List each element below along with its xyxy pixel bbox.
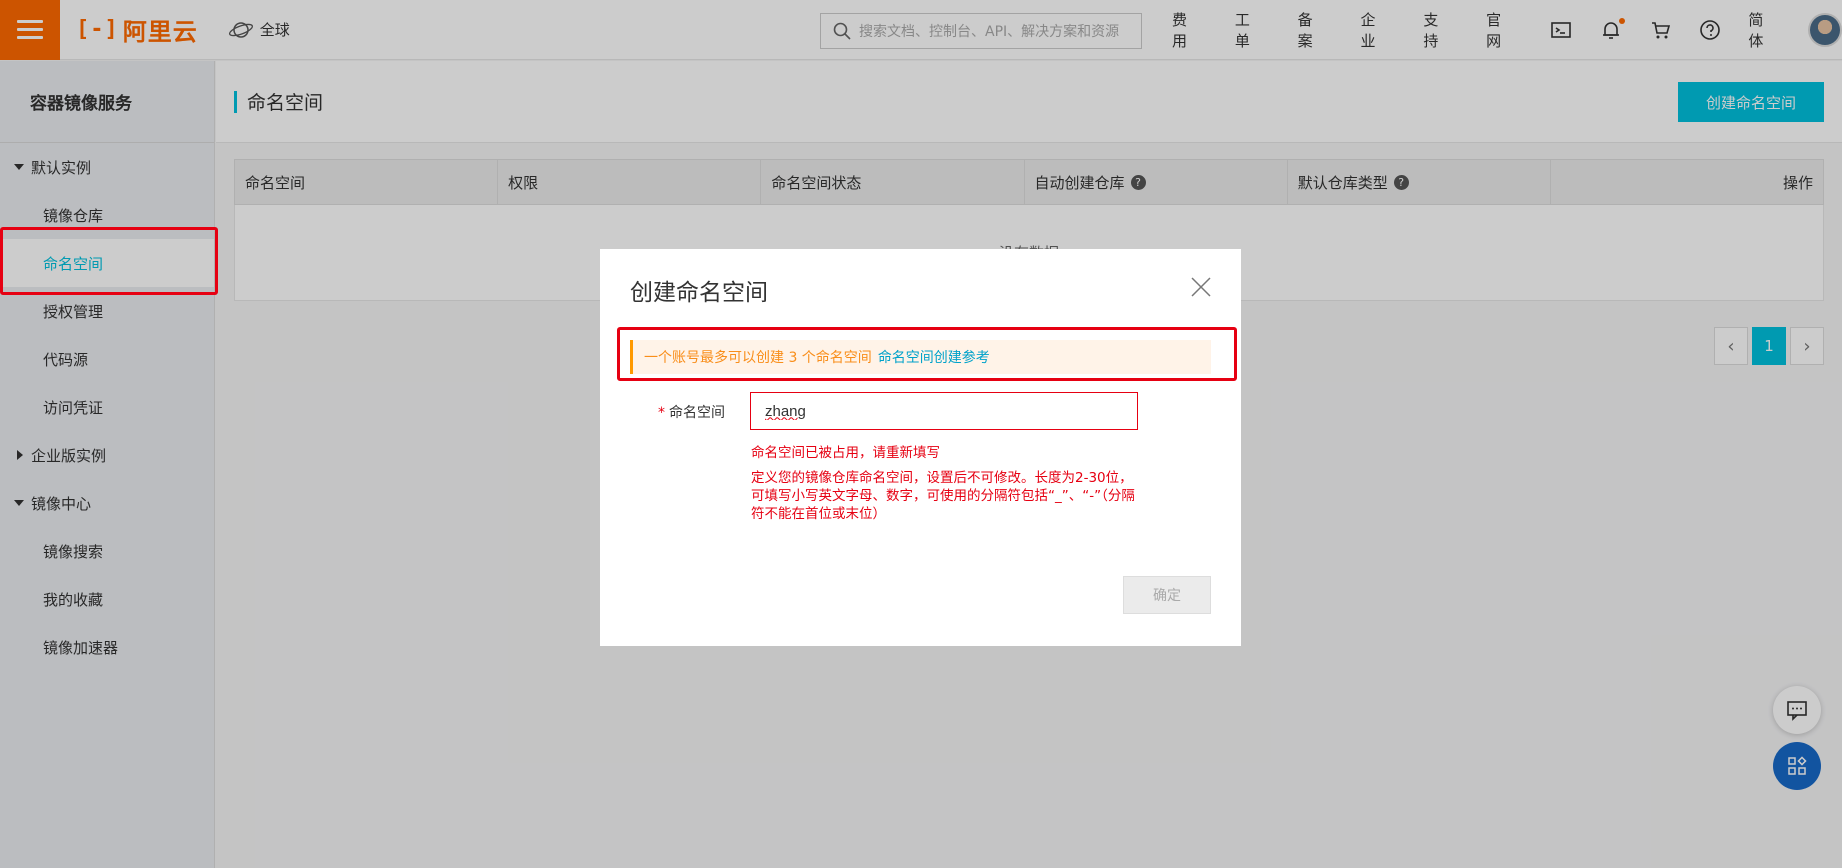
highlight-frame-sidebar — [0, 227, 218, 295]
confirm-button[interactable]: 确定 — [1123, 576, 1211, 614]
highlight-frame-notice — [617, 327, 1237, 381]
field-help-text: 定义您的镜像仓库命名空间，设置后不可修改。长度为2-30位，可填写小写英文字母、… — [751, 470, 1135, 522]
namespace-field-label: * 命名空间 — [658, 402, 725, 422]
close-icon[interactable] — [1189, 275, 1213, 299]
required-asterisk: * — [658, 405, 665, 421]
create-namespace-dialog: 创建命名空间 一个账号最多可以创建 3 个命名空间 命名空间创建参考 * 命名空间… — [600, 249, 1241, 646]
namespace-input[interactable] — [750, 392, 1138, 430]
field-label-text: 命名空间 — [669, 405, 725, 421]
field-error-message: 命名空间已被占用，请重新填写 — [751, 445, 940, 461]
dialog-title: 创建命名空间 — [630, 280, 768, 306]
